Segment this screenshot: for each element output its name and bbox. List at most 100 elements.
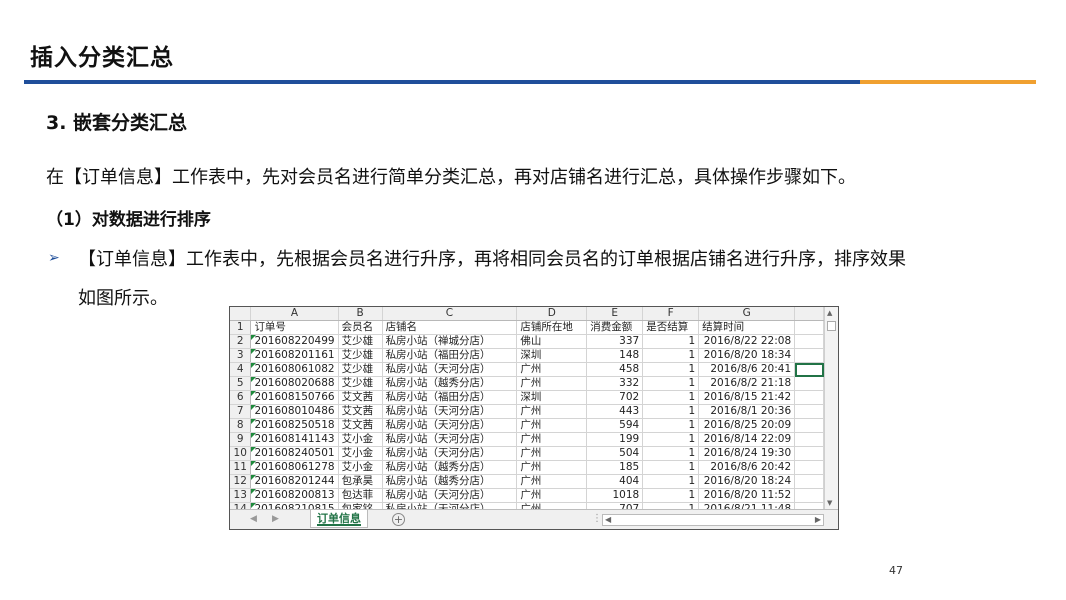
scroll-up-icon[interactable]: ▲: [827, 309, 832, 317]
add-sheet-icon[interactable]: +: [392, 513, 405, 526]
table-cell[interactable]: [794, 432, 824, 448]
select-all-corner[interactable]: [230, 307, 252, 322]
row-number[interactable]: 4: [230, 362, 252, 378]
table-cell[interactable]: 443: [586, 404, 644, 420]
table-cell[interactable]: 艾小金: [338, 446, 383, 462]
column-header-empty[interactable]: [794, 307, 824, 322]
table-cell[interactable]: [794, 446, 824, 462]
table-cell[interactable]: 2016/8/24 19:30: [698, 446, 796, 462]
table-cell[interactable]: 包承昊: [338, 474, 383, 490]
table-cell[interactable]: 702: [586, 390, 644, 406]
table-cell[interactable]: 2016/8/6 20:42: [698, 460, 796, 476]
table-cell[interactable]: [794, 460, 824, 476]
vertical-scroll-thumb[interactable]: [827, 321, 836, 331]
table-cell[interactable]: 1: [642, 390, 700, 406]
table-cell[interactable]: [794, 334, 824, 350]
table-cell[interactable]: 包达菲: [338, 488, 383, 504]
table-cell[interactable]: 广州: [516, 404, 588, 420]
table-cell[interactable]: [794, 320, 824, 336]
table-cell[interactable]: 深圳: [516, 390, 588, 406]
table-cell[interactable]: [794, 376, 824, 392]
sheet-tab-order-info[interactable]: 订单信息: [310, 510, 368, 528]
column-header[interactable]: G: [698, 307, 796, 322]
table-cell[interactable]: 广州: [516, 418, 588, 434]
row-number[interactable]: 12: [230, 474, 252, 490]
table-cell[interactable]: 201608150766: [250, 390, 339, 406]
selected-cell[interactable]: [794, 362, 824, 378]
scroll-down-icon[interactable]: ▼: [827, 499, 832, 507]
table-cell[interactable]: 201608220499: [250, 334, 339, 350]
table-cell[interactable]: 201608141143: [250, 432, 339, 448]
table-cell[interactable]: [794, 404, 824, 420]
table-cell[interactable]: 私房小站（天河分店）: [382, 418, 518, 434]
table-cell[interactable]: 2016/8/2 21:18: [698, 376, 796, 392]
table-cell[interactable]: 艾少雄: [338, 348, 383, 364]
table-cell[interactable]: 私房小站（天河分店）: [382, 362, 518, 378]
table-cell[interactable]: 艾文茜: [338, 390, 383, 406]
table-cell[interactable]: 2016/8/20 18:24: [698, 474, 796, 490]
row-number[interactable]: 6: [230, 390, 252, 406]
table-cell[interactable]: 艾少雄: [338, 334, 383, 350]
table-cell[interactable]: 199: [586, 432, 644, 448]
table-cell[interactable]: 私房小站（禅城分店）: [382, 334, 518, 350]
header-cell[interactable]: 会员名: [338, 320, 383, 336]
table-cell[interactable]: 1: [642, 432, 700, 448]
table-cell[interactable]: 艾文茜: [338, 404, 383, 420]
table-cell[interactable]: 私房小站（福田分店）: [382, 390, 518, 406]
table-cell[interactable]: 艾小金: [338, 460, 383, 476]
table-cell[interactable]: 佛山: [516, 334, 588, 350]
table-cell[interactable]: 广州: [516, 376, 588, 392]
table-cell[interactable]: 私房小站（天河分店）: [382, 404, 518, 420]
table-cell[interactable]: 艾小金: [338, 432, 383, 448]
table-cell[interactable]: [794, 418, 824, 434]
table-cell[interactable]: 201608010486: [250, 404, 339, 420]
table-cell[interactable]: 594: [586, 418, 644, 434]
table-cell[interactable]: 2016/8/1 20:36: [698, 404, 796, 420]
column-header[interactable]: B: [338, 307, 383, 322]
table-cell[interactable]: 1018: [586, 488, 644, 504]
row-number[interactable]: 11: [230, 460, 252, 476]
tab-next-icon[interactable]: ▶: [272, 514, 279, 524]
table-cell[interactable]: 1: [642, 362, 700, 378]
table-cell[interactable]: 2016/8/15 21:42: [698, 390, 796, 406]
vertical-scrollbar[interactable]: ▲ ▼: [824, 307, 838, 509]
table-cell[interactable]: 1: [642, 334, 700, 350]
table-cell[interactable]: 私房小站（越秀分店）: [382, 376, 518, 392]
table-cell[interactable]: 1: [642, 376, 700, 392]
table-cell[interactable]: 艾少雄: [338, 376, 383, 392]
table-cell[interactable]: 2016/8/14 22:09: [698, 432, 796, 448]
header-cell[interactable]: 消费金额: [586, 320, 644, 336]
header-cell[interactable]: 店铺所在地: [516, 320, 588, 336]
table-cell[interactable]: 广州: [516, 474, 588, 490]
column-header[interactable]: D: [516, 307, 588, 322]
table-cell[interactable]: 1: [642, 348, 700, 364]
table-cell[interactable]: 201608061278: [250, 460, 339, 476]
header-cell[interactable]: 店铺名: [382, 320, 518, 336]
table-cell[interactable]: 1: [642, 488, 700, 504]
table-cell[interactable]: 185: [586, 460, 644, 476]
table-cell[interactable]: 深圳: [516, 348, 588, 364]
table-cell[interactable]: 201608200813: [250, 488, 339, 504]
table-cell[interactable]: 私房小站（越秀分店）: [382, 474, 518, 490]
table-cell[interactable]: 201608201161: [250, 348, 339, 364]
table-cell[interactable]: 404: [586, 474, 644, 490]
table-cell[interactable]: 2016/8/6 20:41: [698, 362, 796, 378]
table-cell[interactable]: 2016/8/20 11:52: [698, 488, 796, 504]
table-cell[interactable]: 私房小站（天河分店）: [382, 446, 518, 462]
tab-prev-icon[interactable]: ◀: [250, 514, 257, 524]
header-cell[interactable]: 结算时间: [698, 320, 796, 336]
column-header[interactable]: E: [586, 307, 644, 322]
scroll-left-icon[interactable]: ◀: [605, 515, 611, 525]
split-handle-icon[interactable]: ⋮: [592, 513, 602, 524]
table-cell[interactable]: 1: [642, 446, 700, 462]
table-cell[interactable]: 私房小站（越秀分店）: [382, 460, 518, 476]
table-cell[interactable]: 1: [642, 404, 700, 420]
table-cell[interactable]: 私房小站（天河分店）: [382, 432, 518, 448]
table-cell[interactable]: 艾文茜: [338, 418, 383, 434]
table-cell[interactable]: 2016/8/22 22:08: [698, 334, 796, 350]
table-cell[interactable]: [794, 348, 824, 364]
column-header[interactable]: A: [250, 307, 339, 322]
table-cell[interactable]: 艾少雄: [338, 362, 383, 378]
table-cell[interactable]: 201608201244: [250, 474, 339, 490]
table-cell[interactable]: 201608240501: [250, 446, 339, 462]
